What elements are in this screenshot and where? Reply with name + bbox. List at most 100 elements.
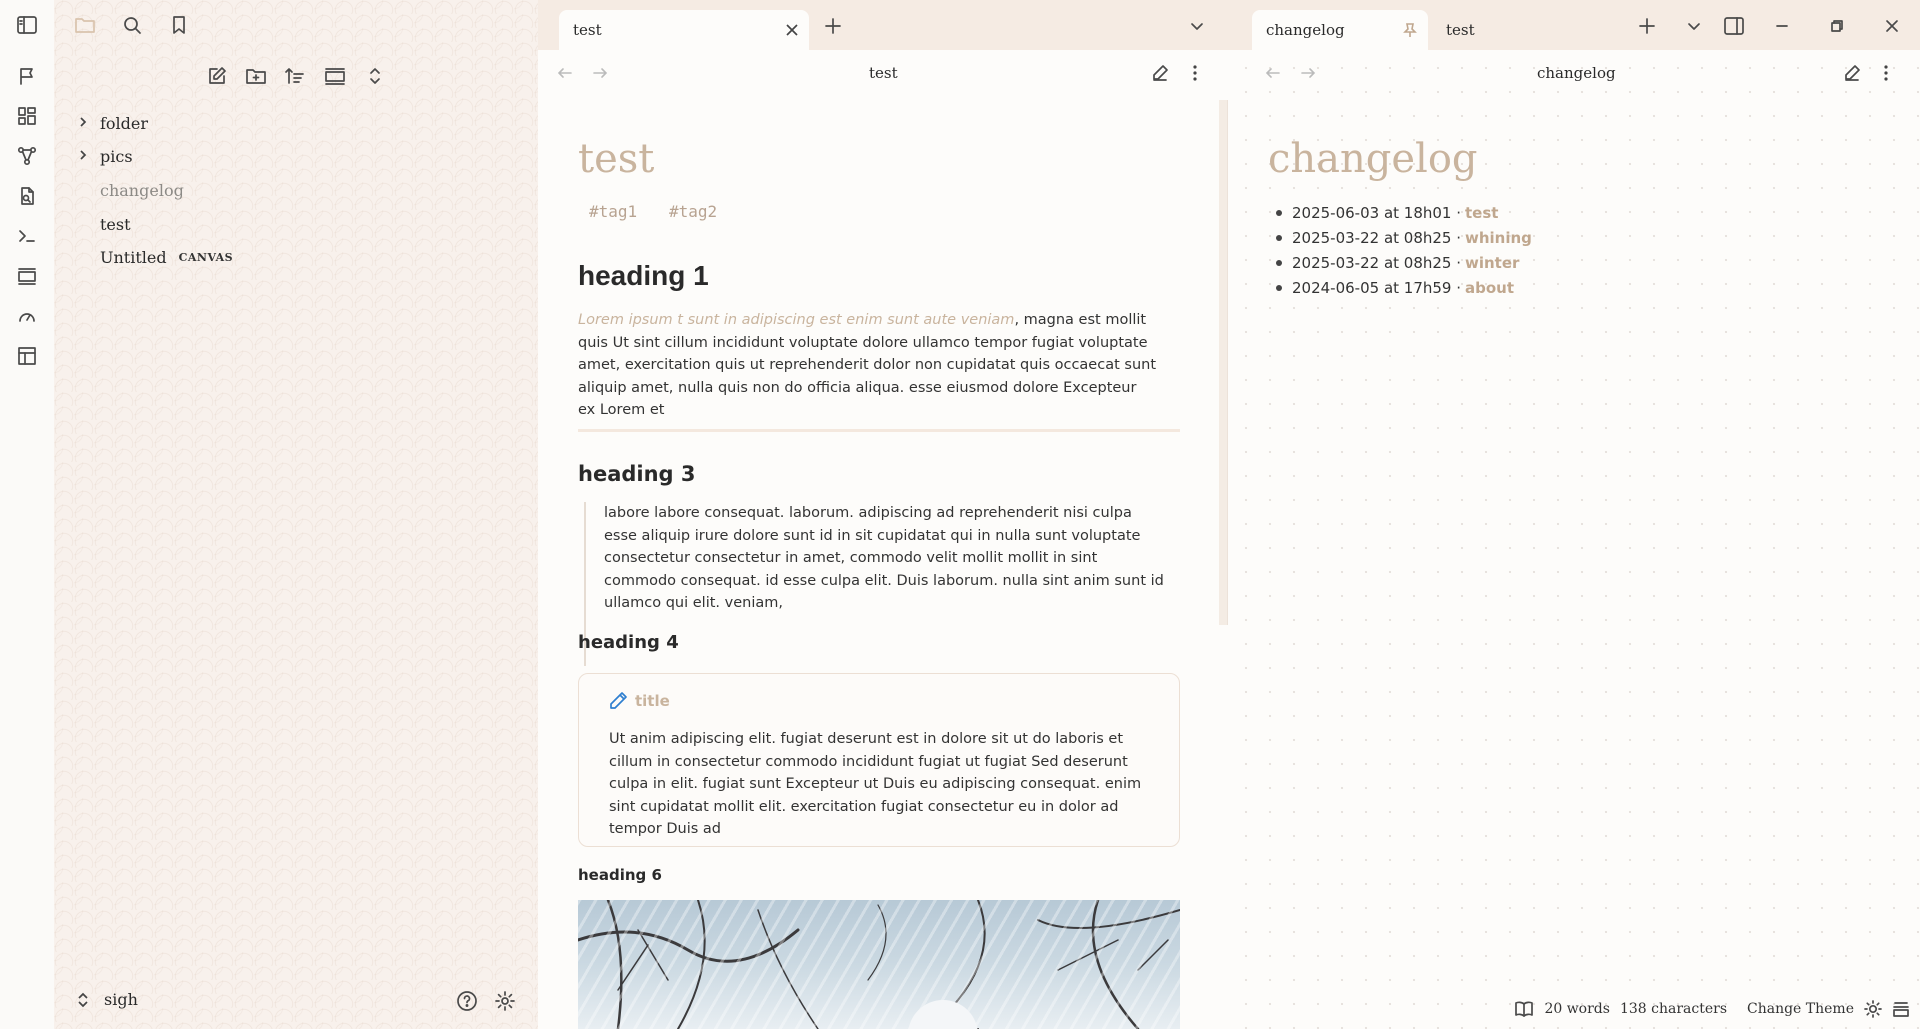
heading-3: heading 3 — [578, 462, 696, 486]
edit-pencil-icon[interactable] — [1839, 60, 1865, 86]
chevron-down-icon — [1688, 23, 1700, 30]
entry-date: 2024-06-05 at 17h59 · — [1292, 278, 1461, 297]
callout-body: Ut anim adipiscing elit. fugiat deserunt… — [609, 731, 1142, 837]
left-ribbon — [0, 0, 54, 1029]
heading-1: heading 1 — [578, 260, 709, 291]
forward-arrow-icon[interactable] — [587, 60, 613, 86]
list-item: 2025-03-22 at 08h25 · winter — [1274, 250, 1532, 275]
callout-title: title — [635, 692, 670, 710]
terminal-icon[interactable] — [13, 222, 41, 250]
tab-test-right[interactable]: test — [1432, 10, 1552, 50]
folder-icon[interactable] — [70, 10, 100, 40]
tag[interactable]: #tag2 — [669, 202, 717, 221]
new-tab-button-right[interactable] — [1633, 12, 1661, 40]
canvas-badge: CANVAS — [178, 250, 234, 264]
grid-icon[interactable] — [13, 102, 41, 130]
pane-resize-handle[interactable] — [1219, 100, 1228, 625]
tab-test-left[interactable]: test — [559, 10, 809, 50]
graph-icon[interactable] — [13, 142, 41, 170]
flag-icon[interactable] — [13, 62, 41, 90]
emphasis-text: Lorem ipsum t sunt in adipiscing est eni… — [578, 312, 1015, 328]
list-item: 2024-06-05 at 17h59 · about — [1274, 275, 1532, 300]
tab-bar: test changelog test — [538, 0, 1920, 50]
help-icon[interactable] — [456, 990, 478, 1012]
callout: title Ut anim adipiscing elit. fugiat de… — [578, 673, 1180, 847]
editor-pane-changelog: changelog changelog 2025-06-03 at 18h01 … — [1228, 50, 1920, 1029]
plus-icon — [825, 18, 841, 34]
chevron-right-icon — [80, 117, 87, 127]
tree-item-label: Untitled — [100, 247, 167, 267]
search-icon[interactable] — [117, 10, 147, 40]
sun-icon[interactable] — [1864, 1000, 1882, 1018]
horizontal-rule — [578, 429, 1180, 432]
tree-item-label: test — [100, 214, 131, 234]
entry-date: 2025-06-03 at 18h01 · — [1292, 203, 1461, 222]
note-title: changelog — [1268, 136, 1478, 182]
character-count: 138 characters — [1619, 1001, 1727, 1017]
layout-icon[interactable] — [13, 342, 41, 370]
back-arrow-icon[interactable] — [552, 60, 578, 86]
entry-link[interactable]: winter — [1465, 254, 1519, 272]
paragraph: Lorem ipsum t sunt in adipiscing est eni… — [578, 309, 1158, 422]
stack-icon[interactable] — [1892, 1000, 1910, 1018]
entry-link[interactable]: about — [1465, 279, 1514, 297]
tree-file-changelog[interactable]: changelog — [100, 177, 184, 203]
tree-folder-pics[interactable]: pics — [80, 143, 133, 169]
edit-pencil-icon[interactable] — [1147, 60, 1173, 86]
entry-link[interactable]: test — [1465, 204, 1498, 222]
settings-gear-icon[interactable] — [494, 990, 516, 1012]
chevron-right-icon — [80, 150, 87, 160]
change-theme-button[interactable]: Change Theme — [1747, 1001, 1854, 1017]
pane-title: changelog — [1537, 64, 1616, 82]
sort-icon[interactable] — [280, 61, 310, 91]
more-options-icon[interactable] — [1873, 60, 1899, 86]
new-note-icon[interactable] — [202, 61, 232, 91]
tab-changelog[interactable]: changelog — [1252, 10, 1428, 50]
auto-reveal-icon[interactable] — [320, 61, 350, 91]
panel-icon[interactable] — [13, 262, 41, 290]
minimize-icon[interactable] — [1768, 12, 1796, 40]
tree-file-untitled[interactable]: Untitled CANVAS — [100, 244, 233, 270]
note-title: test — [578, 136, 655, 182]
tag[interactable]: #tag1 — [589, 202, 637, 221]
list-item: 2025-03-22 at 08h25 · whining — [1274, 225, 1532, 250]
tree-item-label: pics — [100, 146, 133, 166]
tree-item-label: folder — [100, 113, 149, 133]
pin-icon[interactable] — [1402, 22, 1418, 38]
sidebar-toggle-icon[interactable] — [13, 11, 41, 39]
status-bar: 20 words 138 characters Change Theme — [1500, 989, 1920, 1029]
embedded-image — [578, 900, 1180, 1029]
word-count: 20 words — [1544, 1001, 1610, 1017]
back-arrow-icon[interactable] — [1260, 60, 1286, 86]
reading-mode-icon[interactable] — [1514, 1000, 1534, 1018]
tab-list-button-right[interactable] — [1680, 12, 1708, 40]
collapse-all-icon[interactable] — [360, 61, 390, 91]
forward-arrow-icon[interactable] — [1295, 60, 1321, 86]
chevron-updown-icon — [78, 992, 88, 1007]
close-icon[interactable] — [785, 23, 799, 37]
new-folder-icon[interactable] — [241, 61, 271, 91]
vault-switcher[interactable]: sigh — [76, 990, 138, 1009]
tree-item-label: changelog — [100, 180, 184, 200]
vault-name: sigh — [104, 990, 138, 1009]
tree-file-test[interactable]: test — [100, 211, 131, 237]
gauge-icon[interactable] — [13, 302, 41, 330]
right-sidebar-toggle-icon[interactable] — [1720, 12, 1748, 40]
tab-list-button[interactable] — [1183, 12, 1211, 40]
more-options-icon[interactable] — [1182, 60, 1208, 86]
bookmark-icon[interactable] — [164, 10, 194, 40]
snow-overlay — [578, 900, 1180, 1029]
callout-header: title — [607, 690, 670, 712]
heading-4: heading 4 — [578, 632, 679, 653]
heading-6: heading 6 — [578, 866, 662, 884]
tree-folder-folder[interactable]: folder — [80, 110, 149, 136]
file-explorer-sidebar: folder pics changelog test Untitled CANV… — [54, 0, 538, 1029]
file-search-icon[interactable] — [13, 182, 41, 210]
new-tab-button[interactable] — [819, 12, 847, 40]
entry-link[interactable]: whining — [1465, 229, 1532, 247]
restore-icon[interactable] — [1823, 12, 1851, 40]
pencil-icon — [610, 692, 627, 709]
list-item: 2025-06-03 at 18h01 · test — [1274, 200, 1532, 225]
tab-label: test — [1446, 21, 1475, 39]
window-close-icon[interactable] — [1878, 12, 1906, 40]
